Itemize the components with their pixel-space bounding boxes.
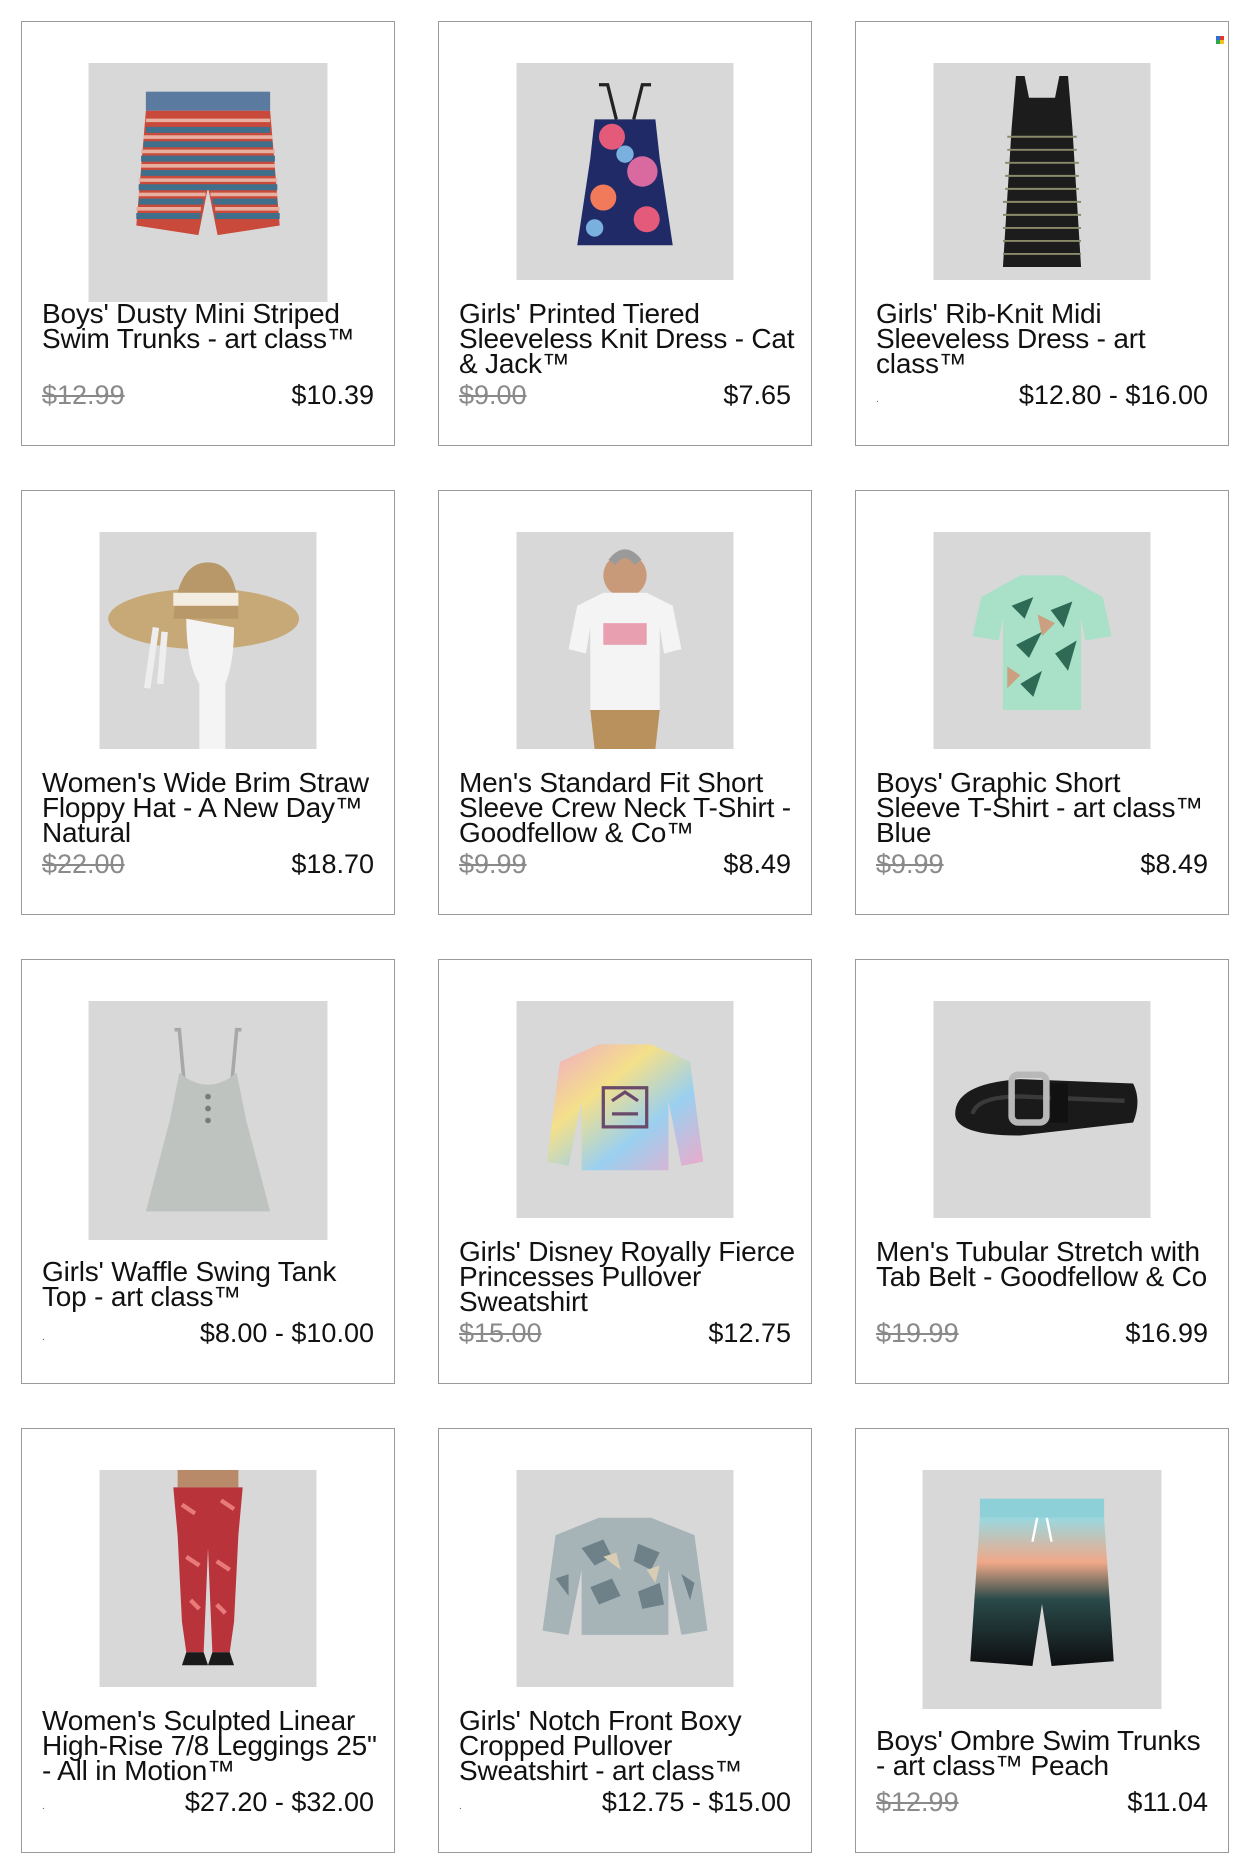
straw-hat-icon[interactable] [99, 532, 317, 749]
product-title[interactable]: Girls' Printed Tiered Sleeveless Knit Dr… [459, 300, 795, 378]
product-title[interactable]: Boys' Graphic Short Sleeve T-Shirt - art… [876, 769, 1212, 847]
sale-price: $10.39 [291, 380, 374, 410]
product-card[interactable]: Men's Tubular Stretch with Tab Belt - Go… [855, 959, 1229, 1384]
product-title[interactable]: Boys' Ombre Swim Trunks - art class™ Pea… [876, 1727, 1212, 1780]
graphic-tshirt-icon[interactable] [933, 532, 1151, 749]
product-title[interactable]: Girls' Waffle Swing Tank Top - art class… [42, 1258, 378, 1311]
price-row: $9.99 $8.49 [876, 849, 1208, 883]
man-tshirt-icon[interactable] [516, 532, 734, 749]
product-card[interactable]: Boys' Graphic Short Sleeve T-Shirt - art… [855, 490, 1229, 915]
product-card[interactable]: Girls' Waffle Swing Tank Top - art class… [21, 959, 395, 1384]
brand-badge-icon [1216, 36, 1224, 44]
camo-sweatshirt-icon[interactable] [516, 1470, 734, 1687]
sale-price: $16.99 [1125, 1318, 1208, 1348]
product-card[interactable]: Boys' Dusty Mini Striped Swim Trunks - a… [21, 21, 395, 446]
swim-trunks-striped-icon[interactable] [88, 63, 328, 302]
price-row: . $12.80 - $16.00 [876, 380, 1208, 414]
striped-midi-dress-icon[interactable] [933, 63, 1151, 280]
product-card[interactable]: Women's Wide Brim Straw Floppy Hat - A N… [21, 490, 395, 915]
sale-price: $8.00 - $10.00 [199, 1318, 374, 1348]
tie-dye-sweatshirt-icon[interactable] [516, 1001, 734, 1218]
list-marker: . [42, 1801, 45, 1812]
sale-price: $27.20 - $32.00 [184, 1787, 374, 1817]
product-title[interactable]: Girls' Notch Front Boxy Cropped Pullover… [459, 1707, 795, 1785]
leggings-icon[interactable] [99, 1470, 317, 1687]
tank-top-icon[interactable] [88, 1001, 328, 1240]
sale-price: $7.65 [723, 380, 791, 410]
belt-icon[interactable] [933, 1001, 1151, 1218]
product-card[interactable]: Boys' Ombre Swim Trunks - art class™ Pea… [855, 1428, 1229, 1853]
price-row: $19.99 $16.99 [876, 1318, 1208, 1352]
sale-price: $12.75 - $15.00 [601, 1787, 791, 1817]
product-title[interactable]: Men's Standard Fit Short Sleeve Crew Nec… [459, 769, 795, 847]
product-card[interactable]: Men's Standard Fit Short Sleeve Crew Nec… [438, 490, 812, 915]
price-row: . $27.20 - $32.00 [42, 1787, 374, 1821]
original-price: $9.00 [459, 380, 527, 410]
sale-price: $18.70 [291, 849, 374, 879]
product-card[interactable]: Girls' Rib-Knit Midi Sleeveless Dress - … [855, 21, 1229, 446]
product-card[interactable]: Women's Sculpted Linear High-Rise 7/8 Le… [21, 1428, 395, 1853]
product-card[interactable]: Girls' Notch Front Boxy Cropped Pullover… [438, 1428, 812, 1853]
sale-price: $12.75 [708, 1318, 791, 1348]
floral-dress-icon[interactable] [516, 63, 734, 280]
sale-price: $12.80 - $16.00 [1018, 380, 1208, 410]
price-row: $22.00 $18.70 [42, 849, 374, 883]
price-row: $12.99 $11.04 [876, 1787, 1208, 1821]
original-price: $12.99 [876, 1787, 959, 1817]
product-title[interactable]: Men's Tubular Stretch with Tab Belt - Go… [876, 1238, 1212, 1291]
sale-price: $11.04 [1127, 1787, 1208, 1817]
list-marker: . [42, 1332, 45, 1343]
product-card[interactable]: Girls' Printed Tiered Sleeveless Knit Dr… [438, 21, 812, 446]
product-title[interactable]: Women's Sculpted Linear High-Rise 7/8 Le… [42, 1707, 378, 1785]
product-title[interactable]: Women's Wide Brim Straw Floppy Hat - A N… [42, 769, 378, 847]
original-price: $9.99 [459, 849, 527, 879]
sale-price: $8.49 [723, 849, 791, 879]
ombre-swim-trunks-icon[interactable] [922, 1470, 1162, 1709]
price-row: . $8.00 - $10.00 [42, 1318, 374, 1352]
price-row: $9.99 $8.49 [459, 849, 791, 883]
original-price: $22.00 [42, 849, 125, 879]
sale-price: $8.49 [1140, 849, 1208, 879]
product-title[interactable]: Girls' Disney Royally Fierce Princesses … [459, 1238, 795, 1316]
product-grid: Boys' Dusty Mini Striped Swim Trunks - a… [0, 0, 1250, 1875]
list-marker: . [876, 394, 879, 405]
price-row: $9.00 $7.65 [459, 380, 791, 414]
product-card[interactable]: Girls' Disney Royally Fierce Princesses … [438, 959, 812, 1384]
original-price: $19.99 [876, 1318, 959, 1348]
price-row: $12.99 $10.39 [42, 380, 374, 414]
original-price: $12.99 [42, 380, 125, 410]
product-title[interactable]: Boys' Dusty Mini Striped Swim Trunks - a… [42, 300, 378, 353]
price-row: . $12.75 - $15.00 [459, 1787, 791, 1821]
product-title[interactable]: Girls' Rib-Knit Midi Sleeveless Dress - … [876, 300, 1212, 378]
original-price: $9.99 [876, 849, 944, 879]
list-marker: . [459, 1801, 462, 1812]
original-price: $15.00 [459, 1318, 542, 1348]
price-row: $15.00 $12.75 [459, 1318, 791, 1352]
